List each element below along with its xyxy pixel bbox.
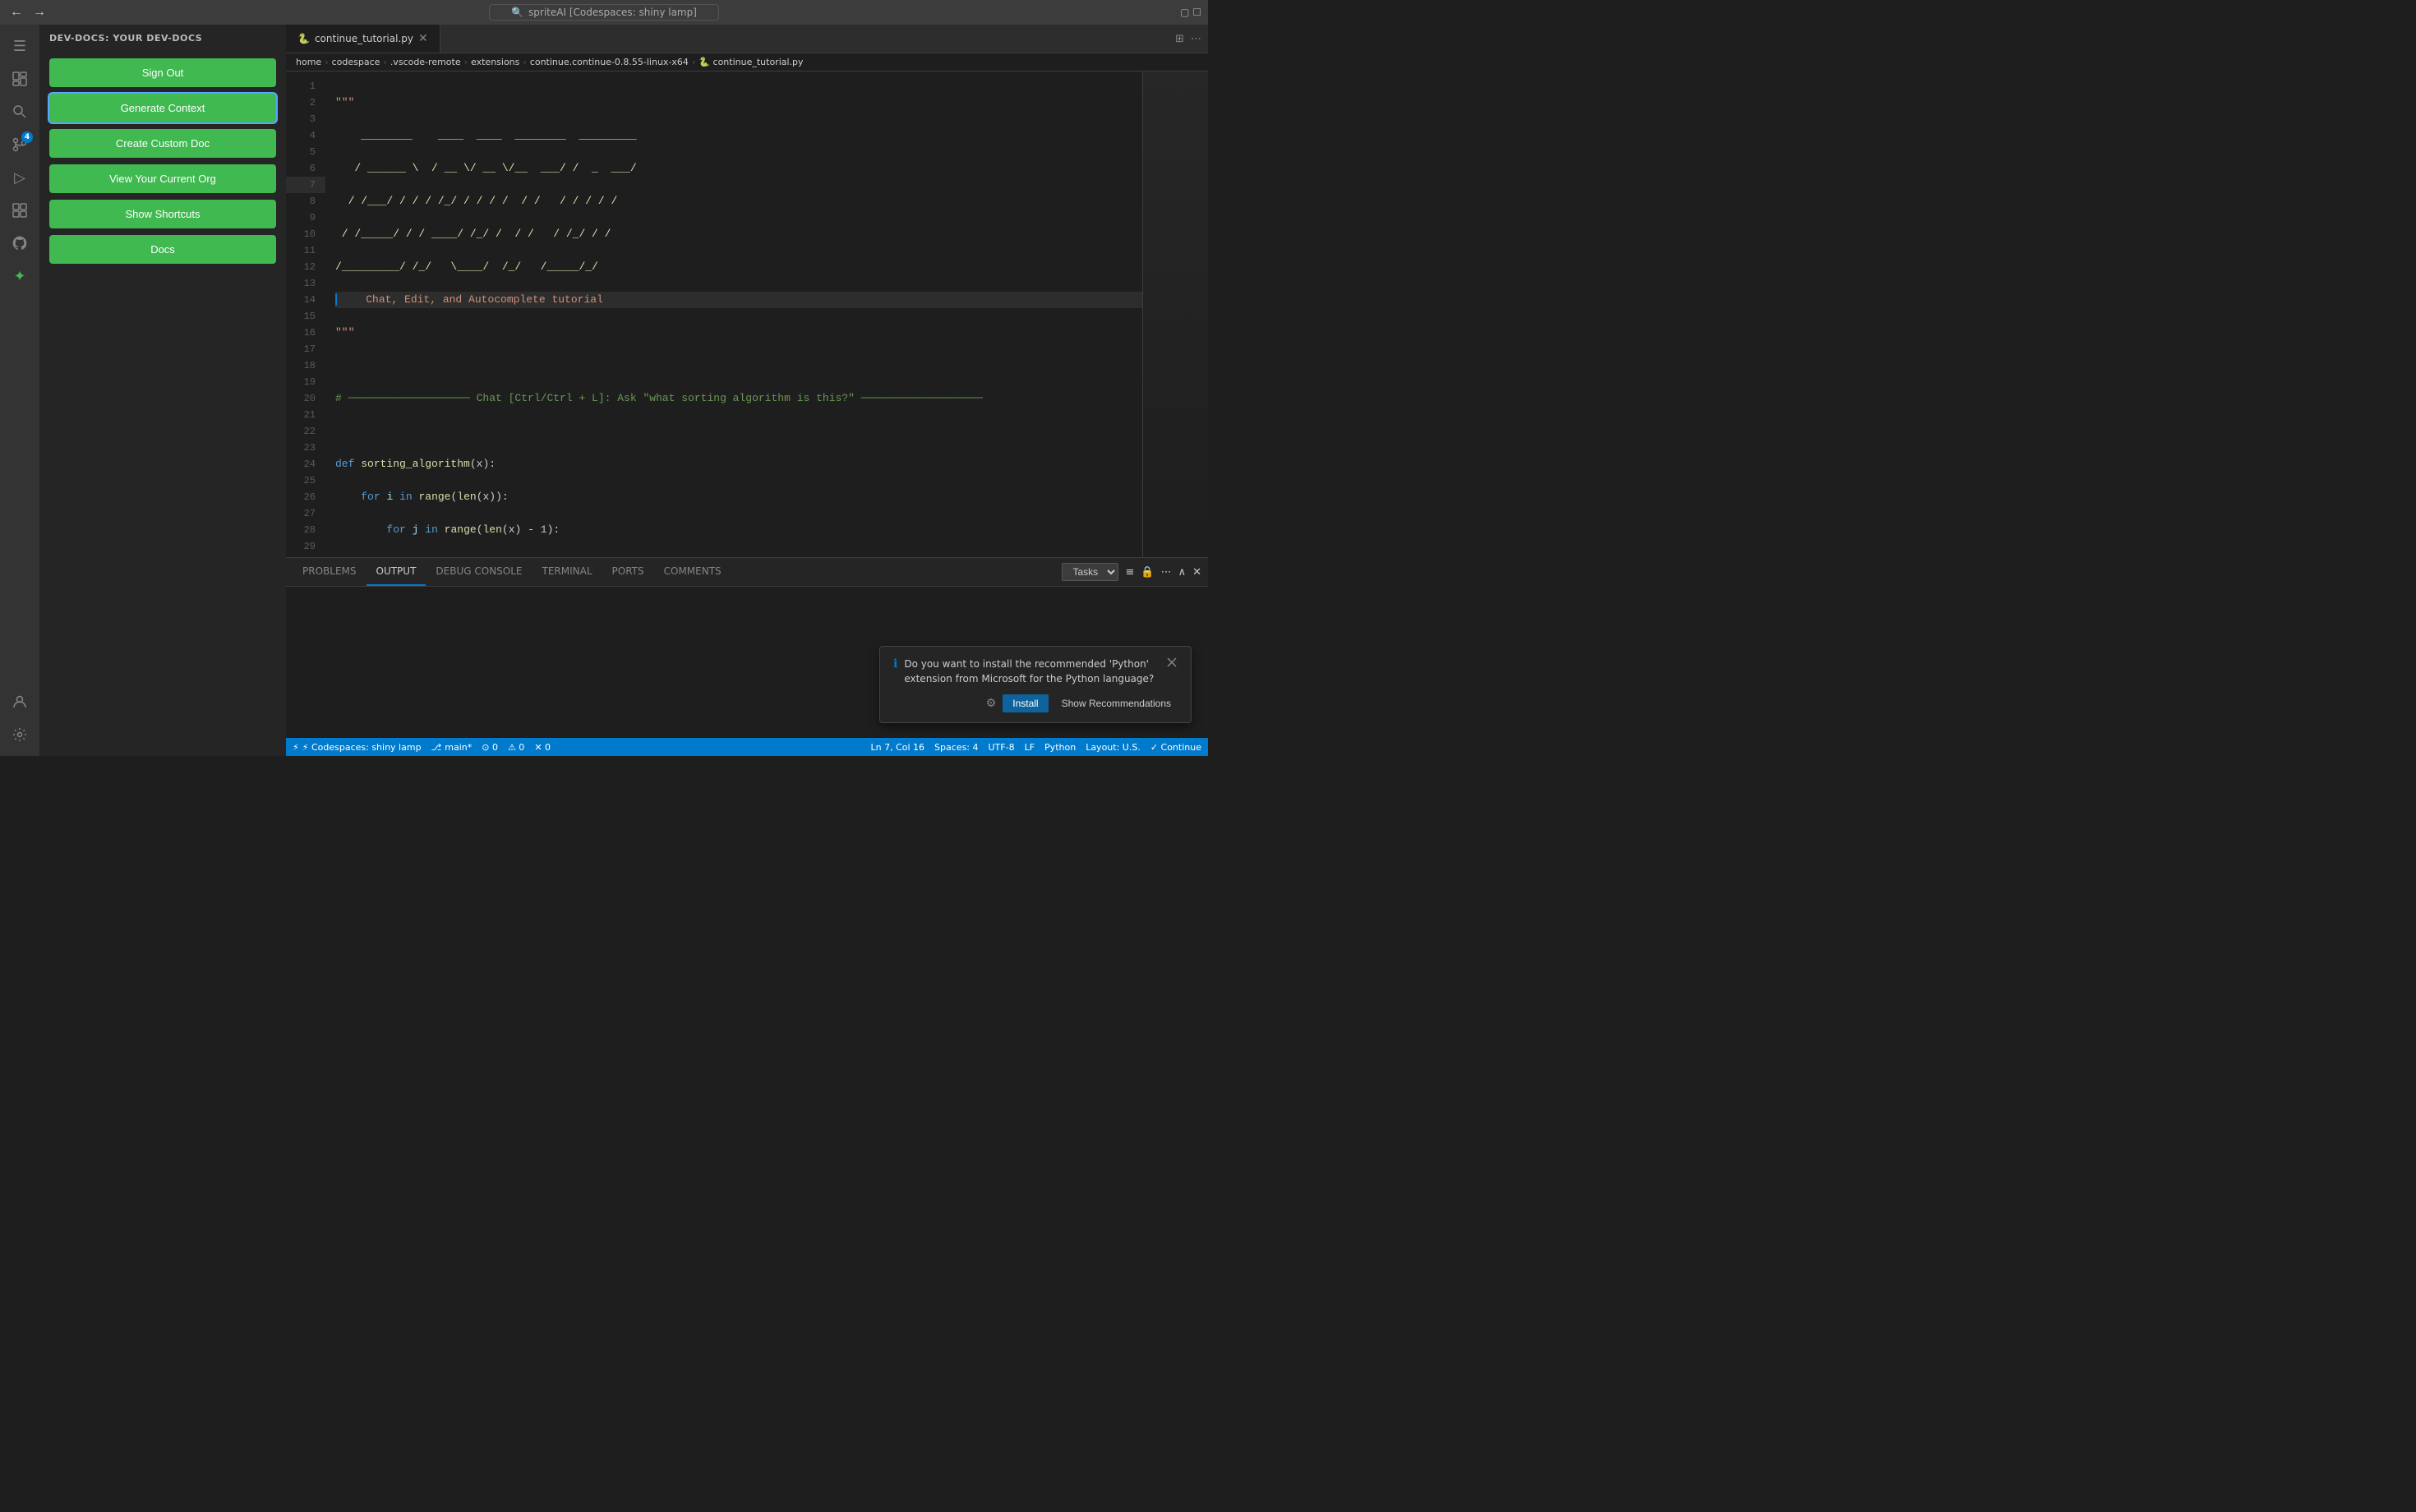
info-icon: ℹ xyxy=(893,657,897,671)
titlebar-nav: ← → xyxy=(7,5,49,20)
tab-debug-console[interactable]: DEBUG CONSOLE xyxy=(426,558,532,586)
tab-continue-tutorial[interactable]: 🐍 continue_tutorial.py ✕ xyxy=(286,25,440,53)
sidebar: DEV-DOCS: YOUR DEV-DOCS Sign Out Generat… xyxy=(39,25,286,756)
branch-icon: ⎇ xyxy=(431,742,442,753)
tab-bar: 🐍 continue_tutorial.py ✕ ⊞ ⋯ xyxy=(286,25,1208,53)
panel-lock-icon[interactable]: 🔒 xyxy=(1141,566,1154,579)
panel-task-select[interactable]: Tasks xyxy=(1062,563,1118,581)
tab-problems[interactable]: PROBLEMS xyxy=(293,558,367,586)
generate-context-button[interactable]: Generate Context xyxy=(49,94,276,122)
codespaces-status[interactable]: ⚡ ⚡ Codespaces: shiny lamp xyxy=(293,742,422,753)
search-bar[interactable]: 🔍 spriteAI [Codespaces: shiny lamp] xyxy=(489,4,719,21)
panel-more-icon[interactable]: ⋯ xyxy=(1161,566,1172,579)
nav-forward-button[interactable]: → xyxy=(30,5,49,20)
panel-close-icon[interactable]: ✕ xyxy=(1192,566,1201,579)
notification-gear-icon[interactable]: ⚙ xyxy=(986,697,997,710)
breadcrumb-home[interactable]: home xyxy=(296,57,321,67)
search-icon: 🔍 xyxy=(511,7,523,18)
tab-comments[interactable]: COMMENTS xyxy=(654,558,731,586)
tab-close-icon[interactable]: ✕ xyxy=(418,32,428,45)
sidebar-buttons: Sign Out Generate Context Create Custom … xyxy=(39,52,286,270)
view-org-button[interactable]: View Your Current Org xyxy=(49,164,276,193)
status-right: Ln 7, Col 16 Spaces: 4 UTF-8 LF Python xyxy=(870,742,1201,753)
branch-status[interactable]: ⎇ main* xyxy=(431,742,473,753)
status-left: ⚡ ⚡ Codespaces: shiny lamp ⎇ main* ⊙ 0 ⚠… xyxy=(293,742,551,753)
branch-label: main* xyxy=(445,742,472,753)
explorer-icon[interactable] xyxy=(5,64,35,94)
more-actions-icon[interactable]: ⋯ xyxy=(1191,33,1201,45)
panel-tabs: PROBLEMS OUTPUT DEBUG CONSOLE TERMINAL P… xyxy=(286,558,1208,587)
notification-text: Do you want to install the recommended '… xyxy=(904,657,1160,686)
breadcrumb-extensions[interactable]: extensions xyxy=(471,57,519,67)
tab-output[interactable]: OUTPUT xyxy=(367,558,426,586)
notification-actions: ⚙ Install Show Recommendations xyxy=(893,694,1178,712)
nav-back-button[interactable]: ← xyxy=(7,5,26,20)
extensions-icon[interactable] xyxy=(5,196,35,225)
show-recommendations-button[interactable]: Show Recommendations xyxy=(1055,694,1178,712)
codespaces-label: ⚡ Codespaces: shiny lamp xyxy=(302,742,422,753)
panel-clear-icon[interactable]: ≡ xyxy=(1125,566,1134,579)
create-custom-doc-button[interactable]: Create Custom Doc xyxy=(49,129,276,158)
spaces-status[interactable]: Spaces: 4 xyxy=(934,742,978,753)
titlebar: ← → 🔍 spriteAI [Codespaces: shiny lamp] … xyxy=(0,0,1208,25)
sync-status[interactable]: ⊙ 0 xyxy=(482,742,498,753)
show-shortcuts-button[interactable]: Show Shortcuts xyxy=(49,200,276,228)
encoding-status[interactable]: UTF-8 xyxy=(989,742,1015,753)
minimap xyxy=(1142,71,1208,557)
sidebar-title: DEV-DOCS: YOUR DEV-DOCS xyxy=(39,25,286,52)
panel-right-controls: Tasks ≡ 🔒 ⋯ ∧ ✕ xyxy=(1062,563,1201,581)
language-status[interactable]: Python xyxy=(1044,742,1076,753)
tab-icon: 🐍 xyxy=(297,33,310,44)
settings-icon[interactable] xyxy=(5,720,35,749)
source-control-icon[interactable]: 4 xyxy=(5,130,35,159)
breadcrumb-codespace[interactable]: codespace xyxy=(332,57,380,67)
sprite-icon[interactable]: ✦ xyxy=(5,261,35,291)
warnings-status[interactable]: ⚠ 0 xyxy=(508,742,524,753)
split-editor-icon[interactable]: ⊞ xyxy=(1175,33,1184,45)
breadcrumb-vscode-remote[interactable]: .vscode-remote xyxy=(390,57,461,67)
code-editor[interactable]: 12345 678910 1112131415 1617181920 21222… xyxy=(286,71,1208,557)
account-icon[interactable] xyxy=(5,687,35,717)
search-text: spriteAI [Codespaces: shiny lamp] xyxy=(528,7,697,18)
tab-ports[interactable]: PORTS xyxy=(602,558,654,586)
breadcrumb-continue[interactable]: continue.continue-0.8.55-linux-x64 xyxy=(530,57,689,67)
errors-status[interactable]: ✕ 0 xyxy=(534,742,551,753)
breadcrumb-file: 🐍 continue_tutorial.py xyxy=(699,57,803,67)
tab-label: continue_tutorial.py xyxy=(315,33,413,44)
sign-out-button[interactable]: Sign Out xyxy=(49,58,276,87)
tab-terminal[interactable]: TERMINAL xyxy=(533,558,602,586)
cursor-position[interactable]: Ln 7, Col 16 xyxy=(870,742,924,753)
tab-right-controls: ⊞ ⋯ xyxy=(1169,33,1208,45)
status-bar: ⚡ ⚡ Codespaces: shiny lamp ⎇ main* ⊙ 0 ⚠… xyxy=(286,738,1208,756)
activity-bar: ☰ xyxy=(0,25,39,756)
window-controls: ▢ ☐ xyxy=(1180,7,1201,18)
codespaces-icon: ⚡ xyxy=(293,742,299,753)
menu-icon[interactable]: ☰ xyxy=(5,31,35,61)
source-control-badge: 4 xyxy=(21,131,33,143)
notification-header: ℹ Do you want to install the recommended… xyxy=(893,657,1178,686)
eol-status[interactable]: LF xyxy=(1025,742,1035,753)
notification-close-icon[interactable] xyxy=(1166,657,1178,671)
line-numbers: 12345 678910 1112131415 1617181920 21222… xyxy=(286,71,325,557)
github-icon[interactable] xyxy=(5,228,35,258)
panel-up-icon[interactable]: ∧ xyxy=(1178,566,1187,579)
layout-status[interactable]: Layout: U.S. xyxy=(1086,742,1141,753)
continue-status[interactable]: ✓ Continue xyxy=(1150,742,1201,753)
code-content[interactable]: """ ________ ____ ____ ________ ________… xyxy=(325,71,1142,557)
breadcrumb: home › codespace › .vscode-remote › exte… xyxy=(286,53,1208,71)
notification: ℹ Do you want to install the recommended… xyxy=(879,646,1192,723)
install-button[interactable]: Install xyxy=(1003,694,1048,712)
run-icon[interactable]: ▷ xyxy=(5,163,35,192)
docs-button[interactable]: Docs xyxy=(49,235,276,264)
search-icon[interactable] xyxy=(5,97,35,127)
